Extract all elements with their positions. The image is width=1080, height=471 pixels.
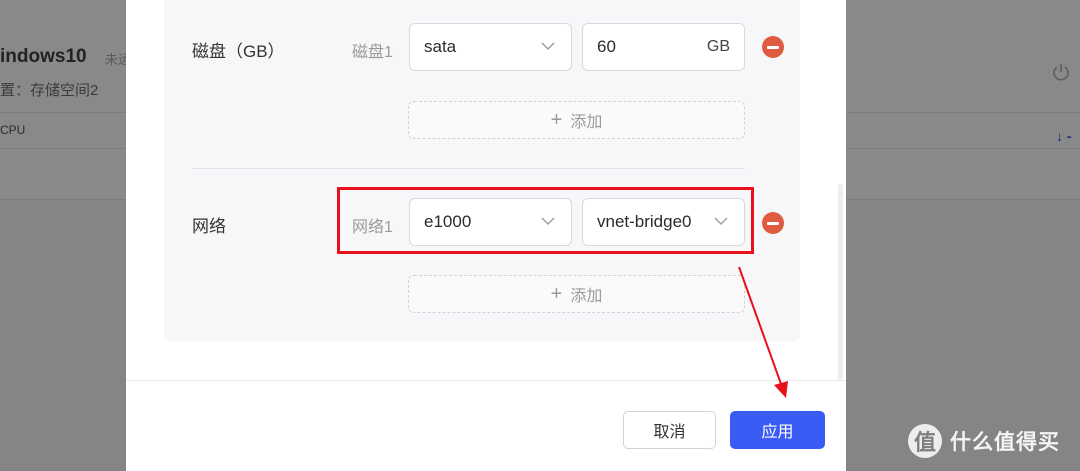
remove-network-button[interactable] xyxy=(762,212,784,234)
disk-row-label: 磁盘（GB） xyxy=(192,42,285,61)
disk-bus-select[interactable]: sata xyxy=(409,23,572,71)
network-row-label: 网络 xyxy=(192,217,226,236)
add-disk-label: 添加 xyxy=(570,114,603,131)
down-arrow-icon: ↓ - xyxy=(1056,128,1072,144)
remove-disk-button[interactable] xyxy=(762,36,784,58)
vm-title: indows10 xyxy=(0,46,87,67)
disk-bus-value: sata xyxy=(424,37,457,56)
chevron-down-icon xyxy=(541,42,555,51)
add-network-button[interactable]: + 添加 xyxy=(408,275,745,313)
disk-size-input[interactable]: 60 GB xyxy=(582,23,745,71)
power-icon xyxy=(1053,64,1069,81)
footer-divider xyxy=(126,380,846,381)
plus-icon: + xyxy=(550,283,563,305)
vm-storage-location: 置：存储空间2 xyxy=(0,82,99,99)
disk-size-value: 60 xyxy=(597,37,616,56)
add-disk-button[interactable]: + 添加 xyxy=(408,101,745,139)
watermark-logo-icon: 值 xyxy=(908,424,942,458)
disk-size-unit: GB xyxy=(706,38,730,55)
disk1-label: 磁盘1 xyxy=(352,44,393,61)
add-network-label: 添加 xyxy=(570,288,603,305)
apply-button[interactable]: 应用 xyxy=(730,411,825,449)
watermark: 值 什么值得买 xyxy=(908,424,1060,458)
annotation-highlight-box xyxy=(337,187,754,254)
section-divider xyxy=(192,168,745,169)
modal-scrollbar[interactable] xyxy=(838,184,843,380)
watermark-text: 什么值得买 xyxy=(950,431,1060,454)
plus-icon: + xyxy=(550,109,563,131)
cancel-button[interactable]: 取消 xyxy=(623,411,716,449)
vm-settings-modal: 磁盘（GB） 磁盘1 sata 60 GB + 添加 网络 网络1 e1000 … xyxy=(126,0,846,471)
vm-cpu-label: CPU xyxy=(0,123,26,137)
